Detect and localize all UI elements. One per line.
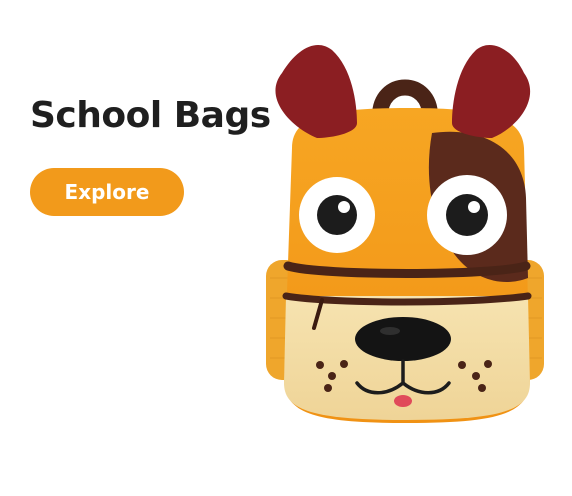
- section-title: School Bags: [30, 95, 271, 136]
- explore-button[interactable]: Explore: [30, 168, 184, 216]
- school-bags-banner: School Bags Explore: [0, 0, 572, 496]
- dog-backpack-image[interactable]: [262, 38, 552, 478]
